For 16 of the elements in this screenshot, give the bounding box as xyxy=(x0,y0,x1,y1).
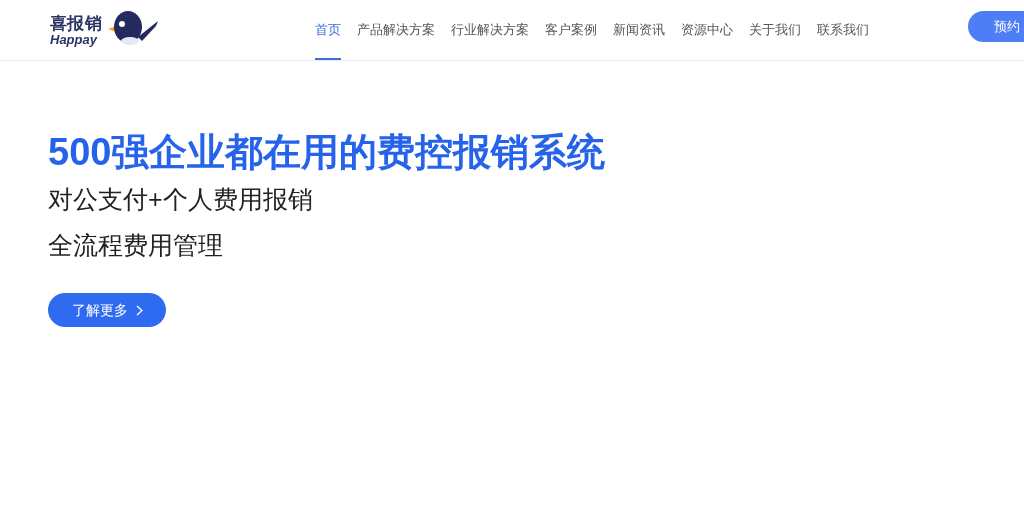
nav-link[interactable]: 资源中心 xyxy=(681,0,733,60)
nav-link[interactable]: 联系我们 xyxy=(817,0,869,60)
hero-subheading: 全流程费用管理 xyxy=(48,230,224,261)
nav-link[interactable]: 首页 xyxy=(315,0,341,60)
hero-subheading: 对公支付+个人费用报销 xyxy=(48,184,314,215)
nav-link[interactable]: 客户案例 xyxy=(545,0,597,60)
nav-link[interactable]: 新闻资讯 xyxy=(613,0,665,60)
nav-link[interactable]: 行业解决方案 xyxy=(451,0,529,60)
appointment-button[interactable]: 预约 xyxy=(968,11,1024,42)
nav-link[interactable]: 关于我们 xyxy=(749,0,801,60)
logo-subtitle: Happay xyxy=(50,32,98,46)
learn-more-button[interactable]: 了解更多 xyxy=(48,293,166,327)
chevron-right-icon xyxy=(135,304,143,316)
nav-link[interactable]: 产品解决方案 xyxy=(357,0,435,60)
hero-headline: 500强企业都在用的费控报销系统 xyxy=(48,133,607,171)
logo-text: 喜报销 xyxy=(50,14,103,32)
